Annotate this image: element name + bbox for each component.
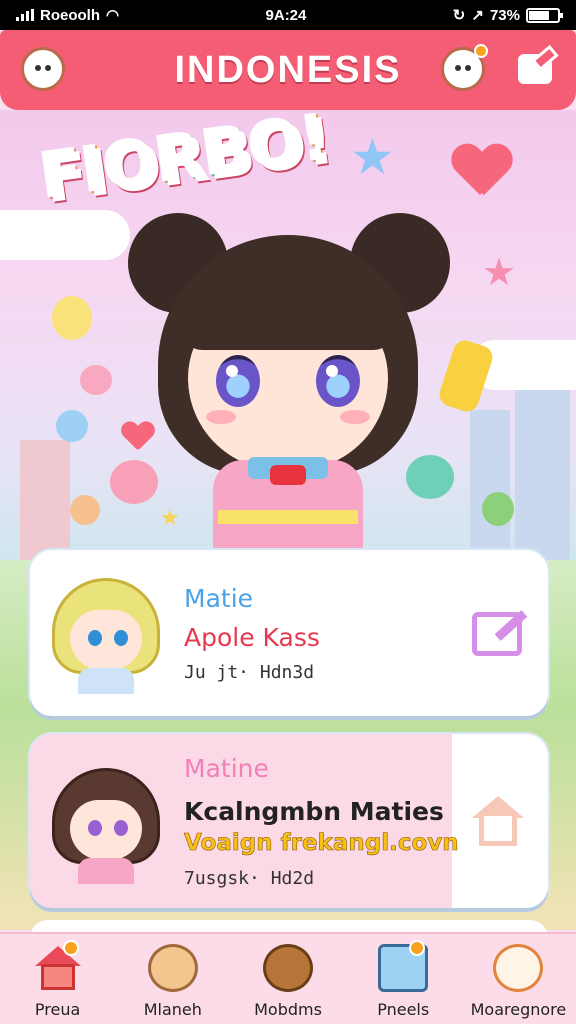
card-name: Matie: [184, 584, 254, 613]
carrier-label: Roeoolh: [40, 6, 100, 24]
nav-item-puppy[interactable]: Moaregnore: [461, 934, 576, 1024]
nav-item-board[interactable]: Pneels: [346, 934, 461, 1024]
signal-icon: [16, 9, 34, 21]
bear-icon: [263, 944, 313, 992]
nav-label: Pneels: [377, 1000, 430, 1019]
building-decoration: [515, 390, 570, 560]
star-decoration: ★: [482, 252, 517, 294]
card-subtitle: Apole Kass: [184, 623, 320, 652]
mascot-avatar-button[interactable]: [16, 42, 70, 96]
nav-item-home[interactable]: Preua: [0, 934, 115, 1024]
battery-icon: [525, 7, 563, 23]
avatar: [44, 760, 168, 884]
profile-card[interactable]: Matie Apole Kass Ju jt· Hdn3d: [30, 550, 548, 716]
building-decoration: [20, 440, 70, 560]
avatar: [44, 570, 168, 694]
notification-badge: [474, 44, 488, 58]
candy-decoration: [80, 365, 112, 395]
compose-button[interactable]: [508, 42, 562, 96]
status-bar: Roeoolh ◠ 9A:24 ↻ ↗ 73%: [0, 0, 576, 30]
nav-item-bear[interactable]: Mobdms: [230, 934, 345, 1024]
nav-badge: [408, 940, 425, 956]
battery-percent: 73%: [489, 6, 520, 24]
location-icon: ↗: [471, 7, 484, 24]
clock: 9A:24: [265, 6, 307, 24]
balloon-decoration: [482, 492, 514, 526]
character-icon: [147, 944, 198, 992]
nav-item-character[interactable]: Mlaneh: [115, 934, 230, 1024]
edit-icon: [518, 54, 552, 84]
bubble-decoration: [70, 495, 100, 525]
card-subtitle: Kcalngmbn Maties: [184, 797, 444, 826]
puppy-icon: [493, 944, 544, 992]
building-decoration: [470, 410, 510, 560]
heart-decoration: [452, 145, 512, 199]
wifi-icon: ◠: [106, 7, 120, 24]
home-icon[interactable]: [472, 796, 524, 848]
edit-icon[interactable]: [472, 612, 522, 656]
notifications-button[interactable]: [436, 42, 490, 96]
sync-icon: ↻: [452, 7, 466, 24]
nav-label: Mobdms: [254, 1000, 322, 1019]
nav-label: Moaregnore: [470, 1000, 567, 1019]
bottom-nav: Preua Mlaneh Mobdms Pneels Moaregnore: [0, 932, 576, 1024]
cloud-decoration: [0, 210, 130, 260]
card-link[interactable]: Voaign frekangl.covn: [184, 830, 459, 857]
app-header: INDONESIS: [0, 30, 576, 110]
hero-banner: FIORBO! ★ ★ ★: [0, 110, 576, 560]
nav-label: Preua: [34, 1000, 81, 1019]
card-meta: 7usgsk· Hd2d: [184, 868, 315, 889]
balloon-decoration: [52, 296, 92, 340]
card-name: Matine: [184, 754, 269, 783]
page-title: INDONESIS: [174, 48, 402, 91]
card-meta: Ju jt· Hdn3d: [184, 662, 315, 683]
mascot-character: [118, 165, 458, 560]
bubble-decoration: [56, 410, 88, 442]
mascot-avatar-icon: [21, 47, 65, 91]
profile-card[interactable]: Matine Kcalngmbn Maties Voaign frekangl.…: [30, 734, 548, 908]
nav-label: Mlaneh: [143, 1000, 202, 1019]
